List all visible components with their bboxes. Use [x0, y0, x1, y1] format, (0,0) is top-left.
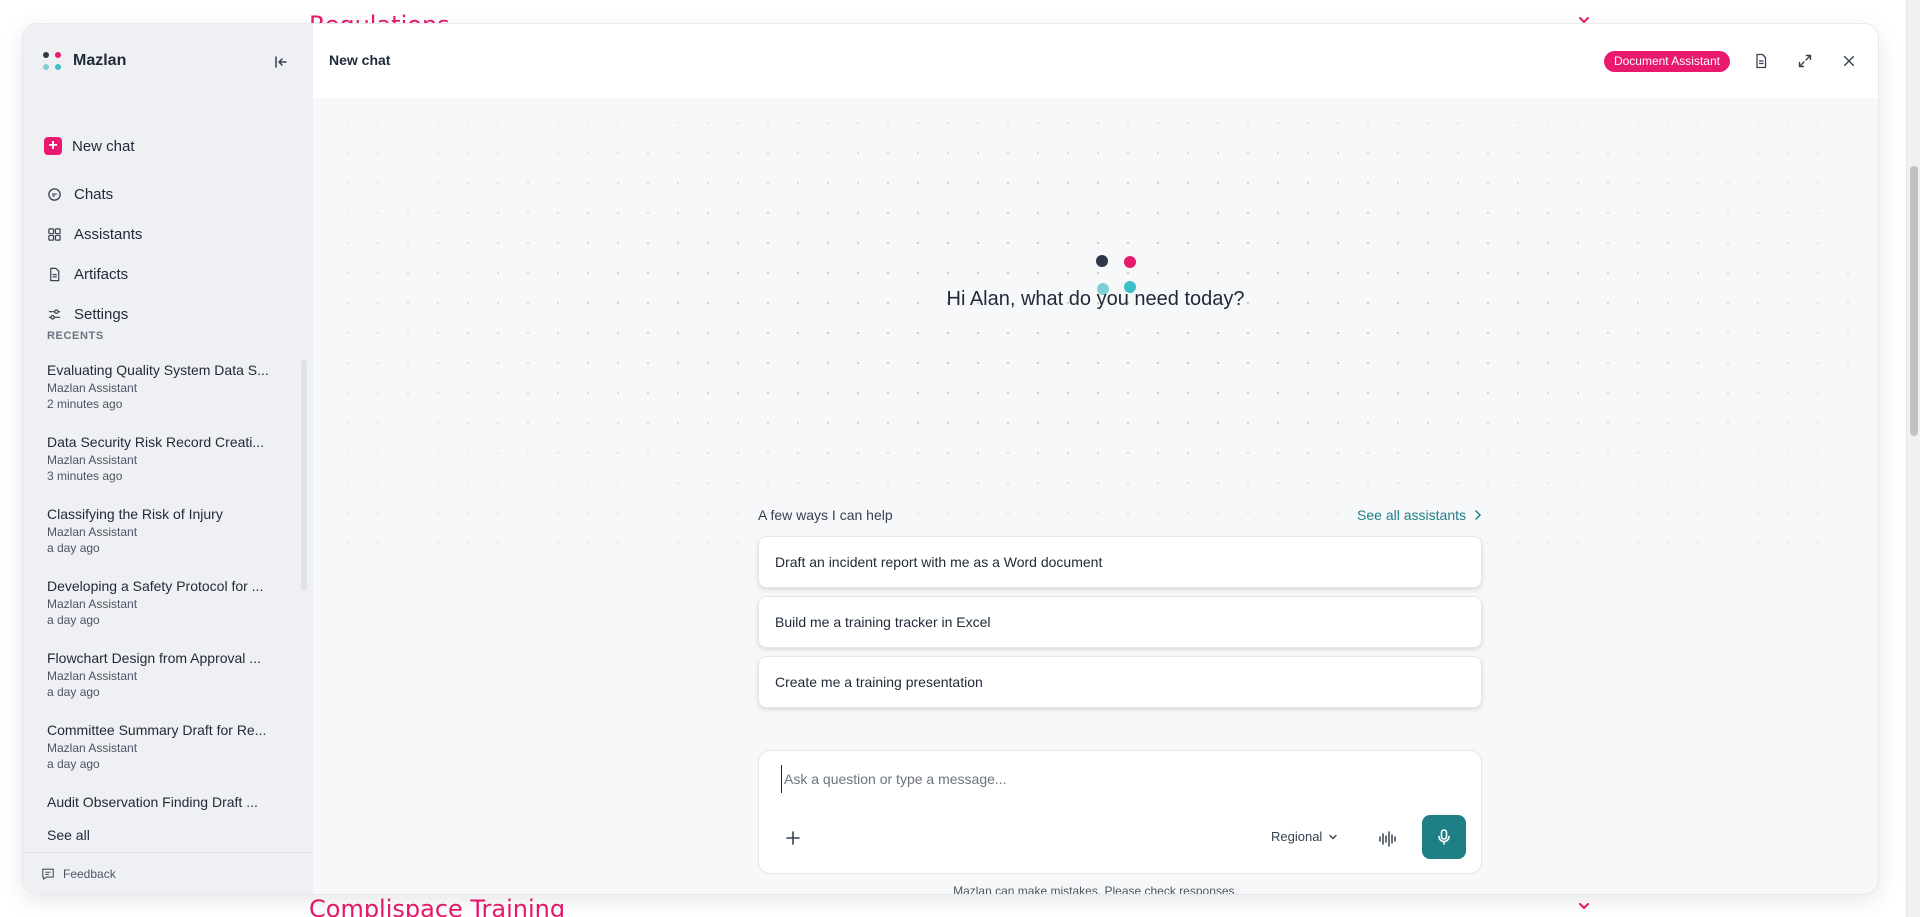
recents-list: Evaluating Quality System Data S... Mazl…: [47, 362, 297, 824]
recent-chat-time: a day ago: [47, 685, 100, 699]
sidebar-item-assistants[interactable]: Assistants: [47, 214, 297, 254]
sidebar-item-label: Settings: [74, 305, 129, 323]
grid-icon: [48, 227, 61, 241]
page-title: New chat: [329, 52, 391, 68]
plus-icon: [786, 831, 800, 845]
recent-chat-item[interactable]: Evaluating Quality System Data S... Mazl…: [47, 362, 297, 434]
feedback-button[interactable]: Feedback: [23, 852, 313, 894]
sidebar: Mazlan + New chat Chats Assistants Artif…: [23, 24, 313, 894]
plus-icon: +: [44, 137, 62, 155]
recent-chat-assistant: Mazlan Assistant: [47, 669, 138, 683]
sliders-icon: [48, 308, 61, 320]
recent-chat-item[interactable]: Flowchart Design from Approval ... Mazla…: [47, 650, 297, 722]
message-input[interactable]: [781, 765, 1461, 793]
recent-chat-title: Audit Observation Finding Draft ...: [47, 794, 258, 810]
recent-chat-title: Data Security Risk Record Creati...: [47, 434, 265, 450]
recent-chat-time: a day ago: [47, 613, 100, 627]
attach-button[interactable]: [783, 828, 803, 848]
help-label: A few ways I can help: [758, 507, 893, 523]
page-scrollbar-thumb[interactable]: [1910, 166, 1918, 436]
recent-chat-item[interactable]: Data Security Risk Record Creati... Mazl…: [47, 434, 297, 506]
collapse-left-icon: [275, 56, 287, 68]
expand-button[interactable]: [1792, 48, 1818, 74]
recent-chat-item[interactable]: Audit Observation Finding Draft ...: [47, 794, 297, 824]
recent-chat-title: Flowchart Design from Approval ...: [47, 650, 261, 666]
close-icon: [1843, 55, 1855, 67]
header-actions: Document Assistant: [1603, 48, 1862, 74]
chat-content: Hi Alan, what do you need today? A few w…: [313, 98, 1878, 894]
recent-chat-item[interactable]: Classifying the Risk of Injury Mazlan As…: [47, 506, 297, 578]
feedback-label: Feedback: [63, 866, 116, 881]
chevron-down-icon[interactable]: [1576, 898, 1592, 914]
voice-mode-button[interactable]: [1376, 827, 1400, 851]
collapse-sidebar-button[interactable]: [269, 50, 293, 74]
new-chat-label: New chat: [72, 137, 135, 155]
brand-name: Mazlan: [73, 52, 127, 69]
sidebar-scrollbar[interactable]: [301, 360, 307, 590]
recent-chat-time: 3 minutes ago: [47, 469, 123, 483]
recent-chat-title: Developing a Safety Protocol for ...: [47, 578, 264, 594]
recent-chat-time: 2 minutes ago: [47, 397, 123, 411]
chat-icon: [48, 187, 61, 201]
document-button[interactable]: [1748, 48, 1774, 74]
page-scrollbar[interactable]: [1906, 0, 1920, 917]
help-row: A few ways I can help See all assistants: [758, 507, 1482, 523]
recent-chat-assistant: Mazlan Assistant: [47, 525, 138, 539]
suggestion-card[interactable]: Draft an incident report with me as a Wo…: [758, 536, 1482, 588]
assistant-panel: Mazlan + New chat Chats Assistants Artif…: [23, 24, 1878, 894]
sidebar-item-settings[interactable]: Settings: [47, 294, 297, 334]
sidebar-item-artifacts[interactable]: Artifacts: [47, 254, 297, 294]
sidebar-item-label: Assistants: [74, 225, 143, 243]
recent-chat-title: Classifying the Risk of Injury: [47, 506, 223, 522]
suggestion-card[interactable]: Build me a training tracker in Excel: [758, 596, 1482, 648]
audio-wave-icon: [1379, 831, 1396, 847]
brand-logo-icon: [41, 50, 63, 72]
microphone-icon: [1438, 829, 1450, 845]
see-all-assistants-label: See all assistants: [1357, 507, 1466, 523]
sidebar-item-label: Artifacts: [74, 265, 129, 283]
disclaimer-text: Mazlan can make mistakes. Please check r…: [953, 884, 1238, 894]
sidebar-item-chats[interactable]: Chats: [47, 174, 297, 214]
document-icon: [50, 267, 60, 281]
assistant-badge[interactable]: Document Assistant: [1603, 50, 1730, 72]
greeting-heading: Hi Alan, what do you need today?: [946, 288, 1245, 310]
recent-chat-assistant: Mazlan Assistant: [47, 453, 138, 467]
dot-pattern-background: [333, 108, 1853, 548]
recent-chat-title: Evaluating Quality System Data S...: [47, 362, 269, 378]
expand-icon: [1798, 54, 1812, 68]
recent-chat-time: a day ago: [47, 757, 100, 771]
microphone-button[interactable]: [1422, 815, 1466, 859]
see-all-assistants-link[interactable]: See all assistants: [1357, 507, 1482, 523]
recents-heading: RECENTS: [47, 330, 104, 342]
close-button[interactable]: [1836, 48, 1862, 74]
region-select[interactable]: Regional: [1271, 829, 1338, 844]
recent-chat-title: Committee Summary Draft for Re...: [47, 722, 267, 738]
feedback-icon: [42, 868, 54, 880]
brand: Mazlan: [41, 50, 126, 72]
document-icon: [1756, 53, 1767, 69]
chat-main: New chat Document Assistant Hi Alan, wha…: [313, 24, 1878, 894]
suggestion-list: Draft an incident report with me as a Wo…: [758, 536, 1482, 716]
message-composer: Regional: [758, 750, 1482, 874]
new-chat-button[interactable]: + New chat: [44, 137, 135, 155]
recent-chat-assistant: Mazlan Assistant: [47, 597, 138, 611]
recent-chat-item[interactable]: Committee Summary Draft for Re... Mazlan…: [47, 722, 297, 794]
sidebar-item-label: Chats: [74, 185, 114, 203]
sidebar-nav: Chats Assistants Artifacts Settings: [47, 174, 297, 334]
suggestion-card[interactable]: Create me a training presentation: [758, 656, 1482, 708]
recent-chat-item[interactable]: Developing a Safety Protocol for ... Maz…: [47, 578, 297, 650]
recent-chat-assistant: Mazlan Assistant: [47, 381, 138, 395]
chevron-down-icon: [1329, 834, 1338, 839]
region-select-value: Regional: [1271, 829, 1323, 844]
chevron-right-icon: [1475, 510, 1482, 520]
recent-chat-time: a day ago: [47, 541, 100, 555]
see-all-link[interactable]: See all: [47, 827, 90, 843]
recent-chat-assistant: Mazlan Assistant: [47, 741, 138, 755]
background-heading-complispace: Complispace Training: [309, 895, 566, 917]
